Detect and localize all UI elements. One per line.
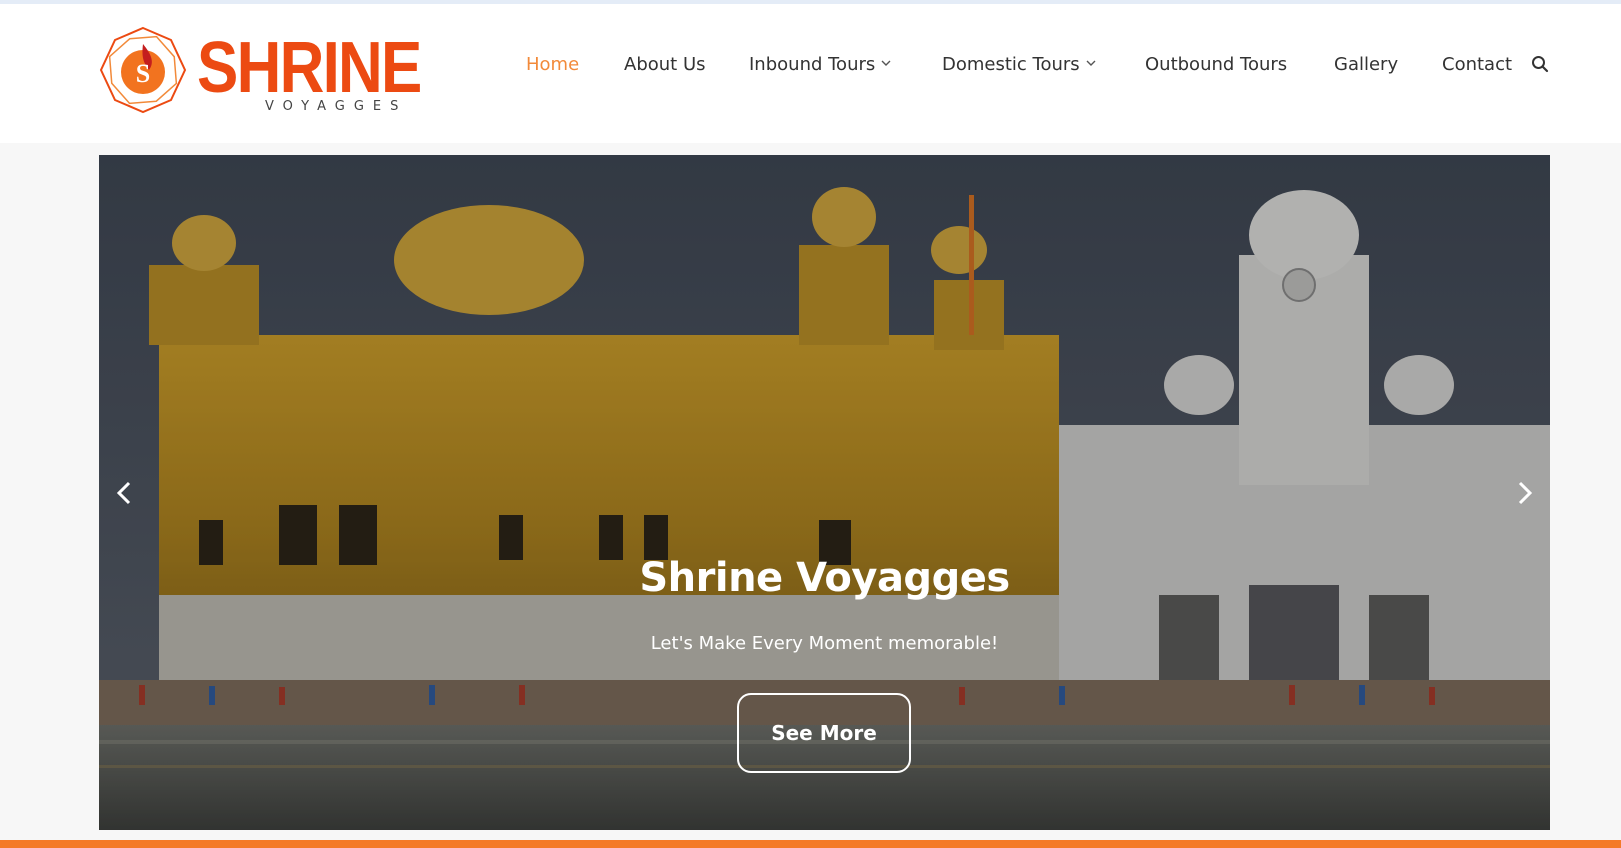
nav-gallery-label: Gallery: [1334, 54, 1399, 75]
chevron-down-icon: [1086, 60, 1096, 66]
nav-domestic-tours-label: Domestic Tours: [942, 54, 1080, 75]
nav-about-us-label: About Us: [624, 54, 706, 75]
hero-title: Shrine Voyagges: [639, 555, 1010, 601]
search-icon[interactable]: [1531, 55, 1549, 73]
nav-inbound-tours[interactable]: Inbound Tours: [749, 50, 892, 80]
chevron-left-icon[interactable]: [111, 473, 139, 513]
nav-outbound-tours[interactable]: Outbound Tours: [1145, 50, 1287, 80]
nav-contact-label: Contact: [1442, 54, 1513, 75]
chevron-down-icon: [881, 60, 891, 66]
nav-inbound-tours-label: Inbound Tours: [749, 54, 876, 75]
nav-contact[interactable]: Contact: [1442, 50, 1512, 80]
hero-subtitle: Let's Make Every Moment memorable!: [650, 633, 999, 654]
see-more-button[interactable]: See More: [737, 693, 911, 773]
nav-domestic-tours[interactable]: Domestic Tours: [942, 50, 1097, 80]
main-nav: Home About Us Inbound Tours Domestic Tou…: [0, 50, 1621, 80]
hero-carousel: Shrine Voyagges Let's Make Every Moment …: [99, 155, 1550, 830]
nav-outbound-tours-label: Outbound Tours: [1145, 54, 1288, 75]
site-header: S SHRINE VOYAGGES Home About Us Inbound …: [0, 4, 1621, 143]
chevron-right-icon[interactable]: [1510, 473, 1538, 513]
nav-gallery[interactable]: Gallery: [1334, 50, 1398, 80]
nav-home-label: Home: [526, 54, 580, 75]
bottom-accent-bar: [0, 840, 1621, 848]
nav-about-us[interactable]: About Us: [624, 50, 706, 80]
logo-tagline: VOYAGGES: [265, 99, 408, 114]
nav-home[interactable]: Home: [526, 50, 579, 80]
